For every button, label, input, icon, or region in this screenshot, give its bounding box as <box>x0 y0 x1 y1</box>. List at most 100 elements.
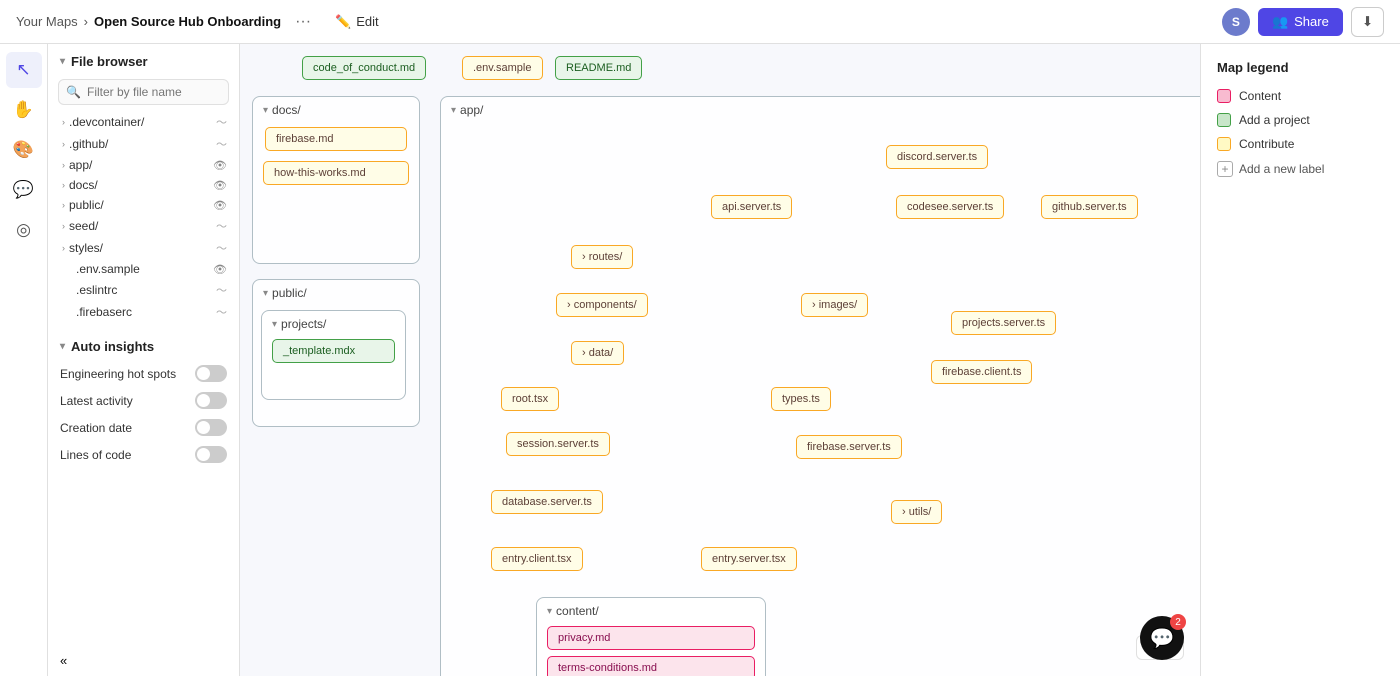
layout: ↖ ✋ 🎨 💬 ◎ ▾ File browser 🔍 ›.devcontaine… <box>0 44 1400 676</box>
target-tool-button[interactable]: ◎ <box>6 212 42 248</box>
edit-pencil-icon: ✏️ <box>335 14 351 30</box>
readme-node[interactable]: README.md <box>555 56 642 80</box>
share-button[interactable]: 👥 Share <box>1258 8 1343 36</box>
file-browser-chevron: ▾ <box>60 56 65 67</box>
lines-of-code-toggle[interactable] <box>195 446 227 463</box>
file-browser-section[interactable]: ▾ File browser <box>48 44 239 75</box>
list-item[interactable]: ›styles/ 〜 <box>48 237 239 259</box>
entry-client-node[interactable]: entry.client.tsx <box>491 547 583 571</box>
avatar: S <box>1222 8 1250 36</box>
list-item[interactable]: ›seed/ 〜 <box>48 215 239 237</box>
firebase-md-node[interactable]: firebase.md <box>265 127 407 151</box>
hidden-icon: 〜 <box>216 282 227 298</box>
data-node[interactable]: › data/ <box>571 341 624 365</box>
hand-tool-button[interactable]: ✋ <box>6 92 42 128</box>
components-node[interactable]: › components/ <box>556 293 648 317</box>
api-server-node[interactable]: api.server.ts <box>711 195 792 219</box>
how-this-works-node[interactable]: how-this-works.md <box>263 161 409 185</box>
breadcrumb-current: Open Source Hub Onboarding <box>94 14 281 29</box>
list-item[interactable]: .eslintrc 〜 <box>48 279 239 301</box>
collapse-sidebar-button[interactable]: « <box>48 645 239 676</box>
env-sample-node[interactable]: .env.sample <box>462 56 543 80</box>
file-tree: ›.devcontainer/ 〜 ›.github/ 〜 ›app/ 👁 ›d… <box>48 111 239 329</box>
env-sample-label: .env.sample <box>473 62 532 74</box>
docs-folder-label: ▾ docs/ <box>253 97 419 121</box>
comment-icon: 💬 <box>13 180 34 200</box>
share-icon: 👥 <box>1272 14 1288 30</box>
firebase-client-node[interactable]: firebase.client.ts <box>931 360 1032 384</box>
engineering-hotspots-toggle[interactable] <box>195 365 227 382</box>
hidden-icon: 〜 <box>216 218 227 234</box>
latest-activity-toggle[interactable] <box>195 392 227 409</box>
more-button[interactable]: ··· <box>289 11 317 33</box>
add-label-button[interactable]: + Add a new label <box>1217 161 1384 177</box>
content-folder-label: ▾content/ <box>537 598 765 622</box>
template-mdx-node[interactable]: _template.mdx <box>272 339 395 363</box>
projects-subfolder[interactable]: ▾projects/ _template.mdx <box>261 310 406 400</box>
images-node[interactable]: › images/ <box>801 293 868 317</box>
auto-insights-chevron: ▾ <box>60 341 65 352</box>
app-folder-label: ▾app/ <box>441 97 1200 121</box>
projects-server-node[interactable]: projects.server.ts <box>951 311 1056 335</box>
breadcrumb-parent[interactable]: Your Maps <box>16 14 78 29</box>
creation-date-toggle[interactable] <box>195 419 227 436</box>
search-input[interactable] <box>58 79 229 105</box>
list-item[interactable]: ›.github/ 〜 <box>48 133 239 155</box>
lines-of-code-row: Lines of code <box>48 441 239 468</box>
terms-conditions-node[interactable]: terms-conditions.md <box>547 656 755 676</box>
share-label: Share <box>1294 14 1329 29</box>
hidden-icon: 〜 <box>216 136 227 152</box>
types-ts-node[interactable]: types.ts <box>771 387 831 411</box>
database-server-node[interactable]: database.server.ts <box>491 490 603 514</box>
readme-label: README.md <box>566 62 631 74</box>
hand-icon: ✋ <box>13 100 34 120</box>
firebase-server-node[interactable]: firebase.server.ts <box>796 435 902 459</box>
public-folder-label: ▾public/ <box>253 280 419 304</box>
chat-fab-button[interactable]: 💬 2 <box>1140 616 1184 660</box>
list-item[interactable]: ›public/ 👁 <box>48 195 239 215</box>
chat-badge: 2 <box>1170 614 1186 630</box>
eye-icon: 👁 <box>213 199 227 212</box>
left-toolbar: ↖ ✋ 🎨 💬 ◎ <box>0 44 48 676</box>
engineering-hotspots-label: Engineering hot spots <box>60 367 176 381</box>
content-swatch <box>1217 89 1231 103</box>
content-label: Content <box>1239 89 1281 103</box>
plus-icon: + <box>1217 161 1233 177</box>
main-canvas[interactable]: code_of_conduct.md .env.sample README.md… <box>240 44 1200 676</box>
download-button[interactable]: ⬇ <box>1351 7 1384 37</box>
public-folder[interactable]: ▾public/ ▾projects/ _template.mdx <box>252 279 420 427</box>
comment-tool-button[interactable]: 💬 <box>6 172 42 208</box>
chat-icon: 💬 <box>1150 626 1175 651</box>
codesee-server-node[interactable]: codesee.server.ts <box>896 195 1004 219</box>
palette-tool-button[interactable]: 🎨 <box>6 132 42 168</box>
hidden-icon: 〜 <box>216 240 227 256</box>
legend-item-project: Add a project <box>1217 113 1384 127</box>
contribute-swatch <box>1217 137 1231 151</box>
code-of-conduct-label: code_of_conduct.md <box>313 62 415 74</box>
list-item[interactable]: ›docs/ 👁 <box>48 175 239 195</box>
session-server-node[interactable]: session.server.ts <box>506 432 610 456</box>
list-item[interactable]: ›.devcontainer/ 〜 <box>48 111 239 133</box>
discord-server-node[interactable]: discord.server.ts <box>886 145 988 169</box>
docs-folder[interactable]: ▾ docs/ firebase.md how-this-works.md <box>252 96 420 264</box>
latest-activity-row: Latest activity <box>48 387 239 414</box>
root-tsx-node[interactable]: root.tsx <box>501 387 559 411</box>
file-search: 🔍 <box>58 79 229 105</box>
project-label: Add a project <box>1239 113 1310 127</box>
latest-activity-label: Latest activity <box>60 394 133 408</box>
content-folder[interactable]: ▾content/ privacy.md terms-conditions.md <box>536 597 766 676</box>
edit-button[interactable]: ✏️ Edit <box>325 9 389 35</box>
list-item[interactable]: .firebaserc 〜 <box>48 301 239 323</box>
auto-insights-section[interactable]: ▾ Auto insights <box>48 329 239 360</box>
privacy-md-node[interactable]: privacy.md <box>547 626 755 650</box>
entry-server-node[interactable]: entry.server.tsx <box>701 547 797 571</box>
app-folder[interactable]: ▾app/ discord.server.ts api.server.ts co… <box>440 96 1200 676</box>
utils-node[interactable]: › utils/ <box>891 500 942 524</box>
map-legend: Map legend Content Add a project Contrib… <box>1200 44 1400 676</box>
cursor-tool-button[interactable]: ↖ <box>6 52 42 88</box>
routes-node[interactable]: › routes/ <box>571 245 633 269</box>
list-item[interactable]: ›app/ 👁 <box>48 155 239 175</box>
list-item[interactable]: .env.sample 👁 <box>48 259 239 279</box>
github-server-node[interactable]: github.server.ts <box>1041 195 1138 219</box>
code-of-conduct-node[interactable]: code_of_conduct.md <box>302 56 426 80</box>
